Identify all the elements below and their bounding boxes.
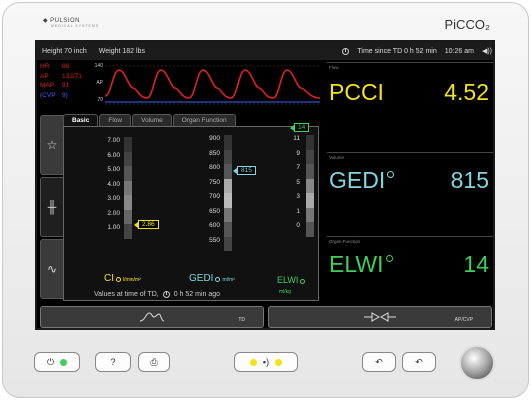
back-icon: ↶: [375, 356, 383, 367]
trend-icon: ∿: [46, 262, 58, 276]
undo-button[interactable]: ↶: [402, 352, 436, 372]
td-button[interactable]: TD: [40, 306, 264, 328]
tab-volume[interactable]: Volume: [132, 114, 172, 126]
alarm-led-left: [249, 358, 257, 366]
elwi-marker: 14: [289, 123, 310, 132]
td-info: Values at time of TD, 0 h 52 min ago: [94, 291, 220, 298]
tab-trends[interactable]: ∿: [40, 239, 64, 299]
help-icon: ?: [110, 357, 116, 367]
td-button-label: TD: [238, 317, 245, 323]
power-button[interactable]: ⏻: [34, 352, 80, 372]
bars-icon: ╫: [47, 200, 57, 214]
gedi-big-label: GEDI: [329, 167, 395, 194]
power-icon: ⏻: [46, 356, 55, 367]
gedi-status-icon: [215, 277, 221, 282]
wave-scale-top: 140: [94, 63, 103, 69]
volume-section: Volume GEDI 815: [327, 152, 493, 236]
elwi-status-icon: [385, 255, 393, 262]
clock-icon: [162, 291, 170, 298]
wave-scale-bottom: 70: [97, 97, 103, 103]
alarm-icon: ▪): [262, 357, 270, 367]
td-info-time: 0 h 52 min ago: [173, 291, 221, 298]
wave-scale: 140 AP 70: [85, 63, 103, 103]
pcci-value: 4.52: [444, 79, 489, 105]
bottom-button-row: TD AP/CVP: [40, 306, 492, 328]
tab-basic[interactable]: Basic: [63, 114, 99, 126]
status-bar: Height 70 inch Weight 182 lbs Time since…: [37, 42, 493, 60]
transducer-zero-icon: [364, 312, 396, 322]
pulsion-logo-icon: ◆: [43, 18, 49, 24]
tab-flow[interactable]: Flow: [99, 114, 132, 126]
elwi-range-bar: [306, 135, 314, 237]
print-icon: ⎙: [150, 356, 158, 367]
clock-icon: [342, 47, 350, 55]
tab-favorites[interactable]: ☆: [40, 115, 64, 175]
gedi-marker: 815: [233, 166, 256, 175]
speaker-icon[interactable]: ◀)): [482, 47, 492, 55]
basic-panel: 7.00 6.00 5.00 4.00 3.00 2.00 1.00 2.86 900 8…: [63, 123, 319, 301]
ci-scale: 7.00 6.00 5.00 4.00 3.00 2.00 1.00: [107, 137, 120, 231]
print-button[interactable]: ⎙: [138, 352, 170, 372]
ap-cvp-button[interactable]: AP/CVP: [268, 306, 492, 328]
tab-bar: Basic Flow Volume Organ Function: [63, 114, 237, 126]
power-led: [60, 358, 68, 366]
undo-icon: ↶: [415, 356, 423, 367]
ci-marker: 2.86: [134, 220, 159, 229]
patient-weight: Weight 182 lbs: [98, 47, 145, 55]
thermodilution-curve-icon: [139, 312, 165, 322]
time-since-td: Time since TD 0 h 52 min: [357, 47, 437, 55]
brand-subtitle: MEDICAL SYSTEMS: [51, 24, 100, 28]
alarm-button[interactable]: ▪): [234, 352, 298, 372]
ci-range-bar: [124, 137, 132, 239]
monitor-screen: Height 70 inch Weight 182 lbs Time since…: [35, 40, 495, 330]
wave-scale-label: AP: [96, 80, 103, 86]
star-icon: ☆: [46, 138, 58, 152]
organ-section-label: Organ Function: [329, 239, 361, 244]
elwi-label: ELWIml/kg: [277, 275, 318, 295]
back-button[interactable]: ↶: [362, 352, 396, 372]
current-time: 10:26 am: [444, 47, 474, 55]
rotary-knob[interactable]: [459, 345, 495, 381]
ci-label: CI l/min/m²: [104, 273, 141, 284]
alarm-led-right: [275, 358, 283, 366]
arterial-pressure-waveform: [105, 65, 320, 105]
elwi-scale: 11 9 7 531 0: [293, 135, 300, 229]
help-button[interactable]: ?: [95, 352, 131, 372]
flow-section-label: Flow: [329, 65, 339, 70]
gedi-label: GEDI ml/m²: [189, 273, 235, 284]
tab-parameters[interactable]: ╫: [40, 177, 64, 237]
model-name: PiCCO₂: [444, 17, 491, 32]
left-tab-column: ☆ ╫ ∿: [40, 115, 64, 301]
elwi-big-label: ELWI: [329, 251, 393, 278]
elwi-value: 14: [463, 251, 489, 277]
gedi-status-icon: [387, 171, 395, 178]
organ-function-section: Organ Function ELWI 14: [327, 236, 493, 302]
ap-cvp-button-label: AP/CVP: [454, 317, 473, 323]
gedi-value: 815: [450, 167, 489, 193]
flow-section: Flow PCCI 4.52: [327, 62, 493, 152]
brand-logo: ◆ PULSION MEDICAL SYSTEMS: [43, 17, 99, 28]
ci-status-icon: [116, 277, 121, 282]
patient-height: Height 70 inch: [42, 47, 87, 55]
tab-organ-function[interactable]: Organ Function: [172, 114, 236, 126]
td-info-text: Values at time of TD,: [94, 291, 159, 298]
volume-section-label: Volume: [329, 155, 345, 160]
gedi-range-bar: [224, 135, 232, 251]
pcci-label: PCCI: [329, 79, 384, 105]
elwi-status-icon: [300, 279, 306, 284]
gedi-scale: 900 850 800 750 700 650 600 550: [209, 135, 220, 244]
